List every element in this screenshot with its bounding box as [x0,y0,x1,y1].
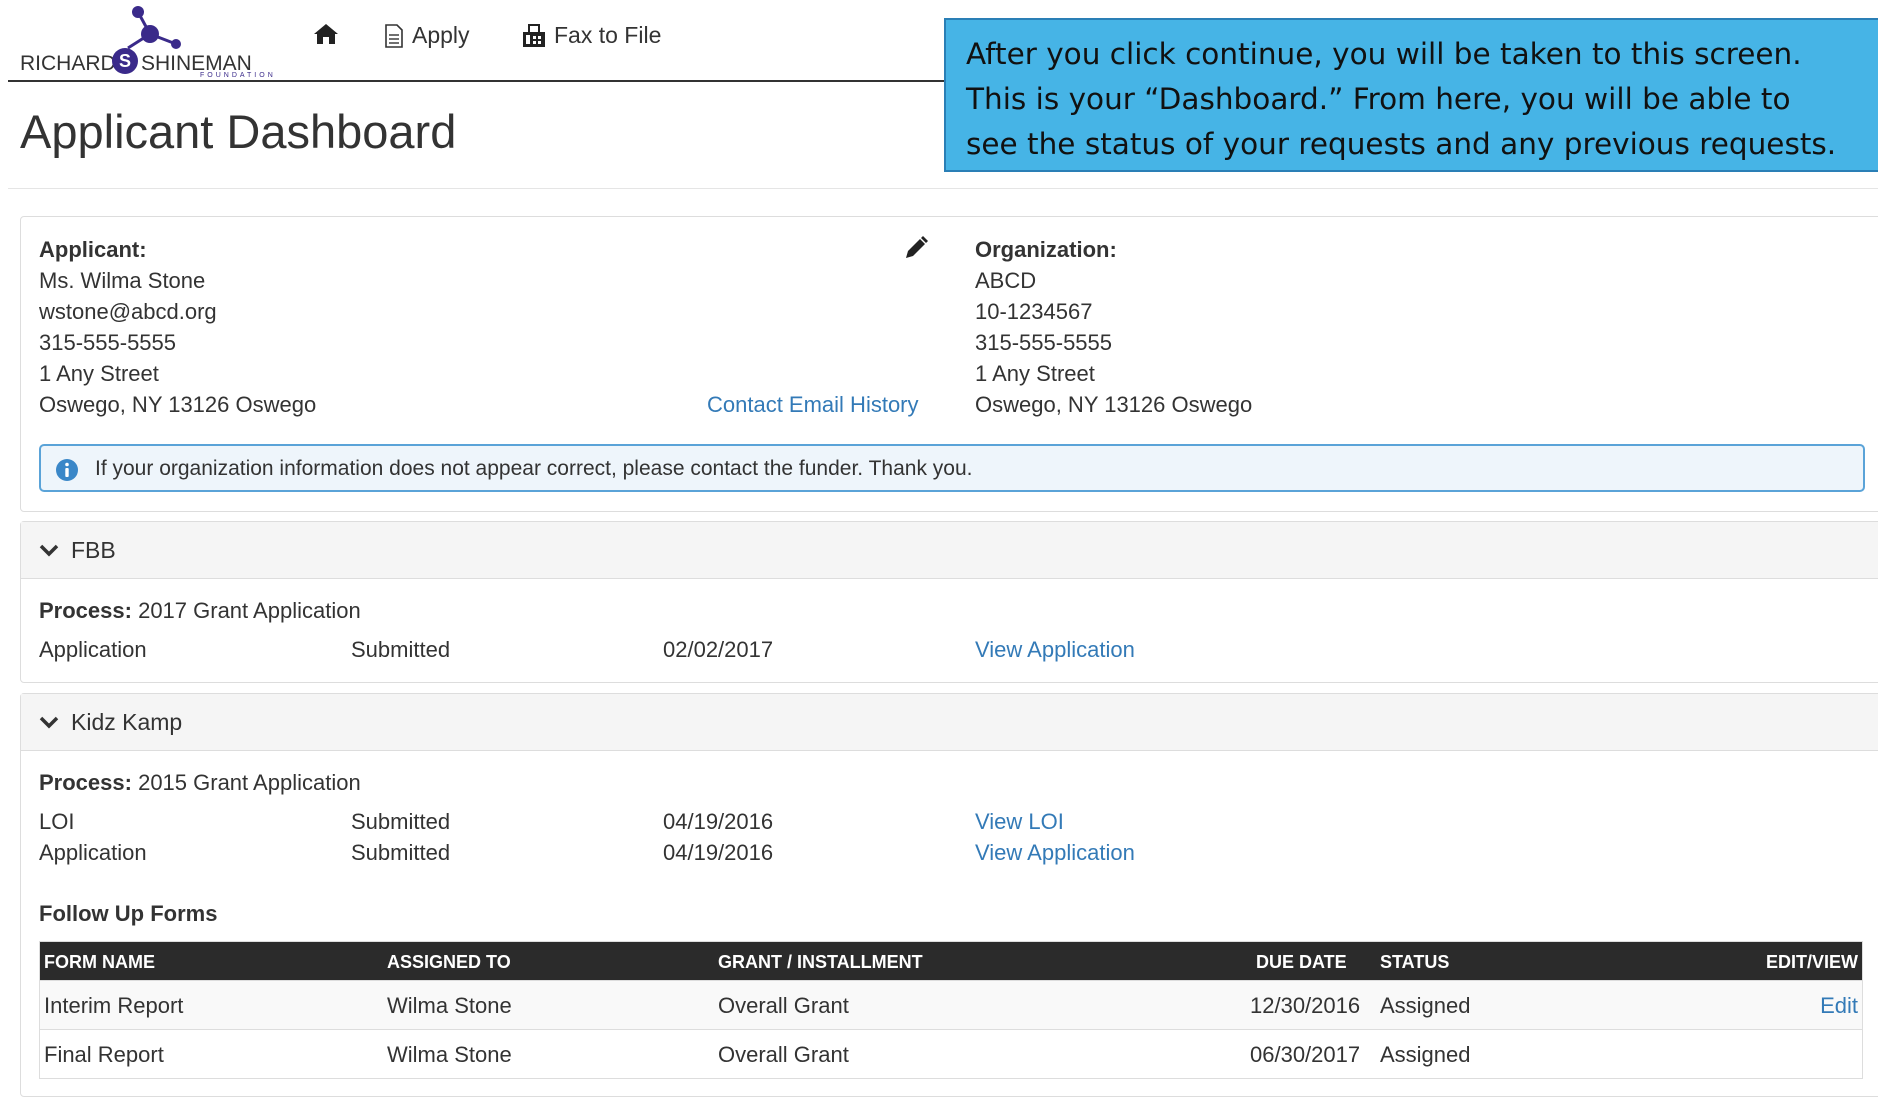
request-type: LOI [39,809,75,834]
callout-line: After you click continue, you will be ta… [966,37,1802,71]
grant-cell: Overall Grant [718,993,849,1018]
grant-cell: Overall Grant [718,1042,849,1067]
organization-phone: 315-555-5555 [975,330,1113,355]
program-panel-header[interactable]: FBB [21,522,1878,579]
fax-icon [523,23,545,47]
instruction-callout: After you click continue, you will be ta… [944,18,1878,172]
view-loi-link[interactable]: View LOI [975,809,1064,835]
home-nav-link[interactable] [312,22,340,46]
status-cell: Assigned [1380,993,1471,1018]
edit-pencil-icon[interactable] [903,235,929,261]
applicant-organization-panel: Applicant: Ms. Wilma Stone wstone@abcd.o… [20,216,1878,512]
process-label: Process: [39,770,132,795]
applicant-heading: Applicant: [39,237,147,262]
follow-up-forms-heading: Follow Up Forms [39,901,218,926]
column-header: STATUS [1380,952,1450,972]
organization-street: 1 Any Street [975,361,1095,386]
organization-name: ABCD [975,268,1037,293]
request-type: Application [39,637,147,662]
apply-nav-link[interactable]: Apply [384,22,470,49]
form-name-cell: Final Report [44,1042,164,1067]
follow-up-forms-table: FORM NAME ASSIGNED TO GRANT / INSTALLMEN… [39,941,1863,1079]
assigned-to-cell: Wilma Stone [387,1042,512,1067]
fax-to-file-nav-link[interactable]: Fax to File [522,22,661,49]
due-date-cell: 12/30/2016 [1250,993,1361,1018]
apply-nav-label: Apply [412,22,470,48]
chevron-down-icon [39,716,59,729]
program-panel-kidz-kamp: Kidz Kamp Process: 2015 Grant Applicatio… [20,693,1878,1097]
assigned-to-cell: Wilma Stone [387,993,512,1018]
document-icon [385,23,403,48]
contact-email-history-link[interactable]: Contact Email History [707,392,919,418]
process-name: 2017 Grant Application [138,598,361,623]
program-name: FBB [71,536,116,563]
status-cell: Assigned [1380,1042,1471,1067]
logo-initial-badge: S [112,48,138,74]
logo-text-left: RICHARD [20,52,116,75]
shineman-foundation-logo[interactable]: RICHARD S SHINEMAN FOUNDATION [20,4,290,79]
table-header: FORM NAME ASSIGNED TO GRANT / INSTALLMEN… [40,942,1862,980]
fax-to-file-nav-label: Fax to File [554,22,662,48]
info-alert: If your organization information does no… [39,444,1865,492]
request-date: 04/19/2016 [663,840,774,865]
applicant-phone: 315-555-5555 [39,330,177,355]
table-row: Interim Report Wilma Stone Overall Grant… [40,980,1862,1029]
process-label: Process: [39,598,132,623]
view-application-link[interactable]: View Application [975,840,1135,866]
process-line: Process: 2017 Grant Application [39,598,361,624]
organization-heading: Organization: [975,237,1117,262]
column-header: DUE DATE [1256,952,1347,972]
organization-ein: 10-1234567 [975,299,1093,324]
applicant-name: Ms. Wilma Stone [39,268,206,293]
process-line: Process: 2015 Grant Application [39,770,361,796]
column-header: FORM NAME [44,952,155,972]
applicant-city: Oswego, NY 13126 Oswego [39,392,317,417]
edit-link[interactable]: Edit [1820,993,1858,1019]
request-date: 04/19/2016 [663,809,774,834]
column-header: ASSIGNED TO [387,952,511,972]
chevron-down-icon [39,544,59,557]
home-icon [314,24,338,44]
table-row: Final Report Wilma Stone Overall Grant 0… [40,1029,1862,1078]
callout-line: This is your “Dashboard.” From here, you… [966,82,1791,116]
due-date-cell: 06/30/2017 [1250,1042,1361,1067]
callout-line: see the status of your requests and any … [966,127,1837,161]
process-name: 2015 Grant Application [138,770,361,795]
program-panel-fbb: FBB Process: 2017 Grant Application Appl… [20,521,1878,683]
info-alert-message: If your organization information does no… [95,457,973,480]
applicant-street: 1 Any Street [39,361,159,386]
applicant-email: wstone@abcd.org [39,299,217,324]
request-date: 02/02/2017 [663,637,774,662]
program-panel-header[interactable]: Kidz Kamp [21,694,1878,751]
info-icon [56,459,78,481]
request-status: Submitted [351,809,451,834]
view-application-link[interactable]: View Application [975,637,1135,663]
dashboard-page: RICHARD S SHINEMAN FOUNDATION Apply Fax … [0,0,1878,1100]
page-title: Applicant Dashboard [20,105,457,158]
column-header: GRANT / INSTALLMENT [718,952,923,972]
logo-subtitle: FOUNDATION [200,72,276,79]
title-divider [8,188,1878,189]
column-header: EDIT/VIEW [1765,952,1858,972]
request-status: Submitted [351,637,451,662]
program-name: Kidz Kamp [71,708,183,735]
request-status: Submitted [351,840,451,865]
form-name-cell: Interim Report [44,993,184,1018]
request-type: Application [39,840,147,865]
organization-city: Oswego, NY 13126 Oswego [975,392,1253,417]
